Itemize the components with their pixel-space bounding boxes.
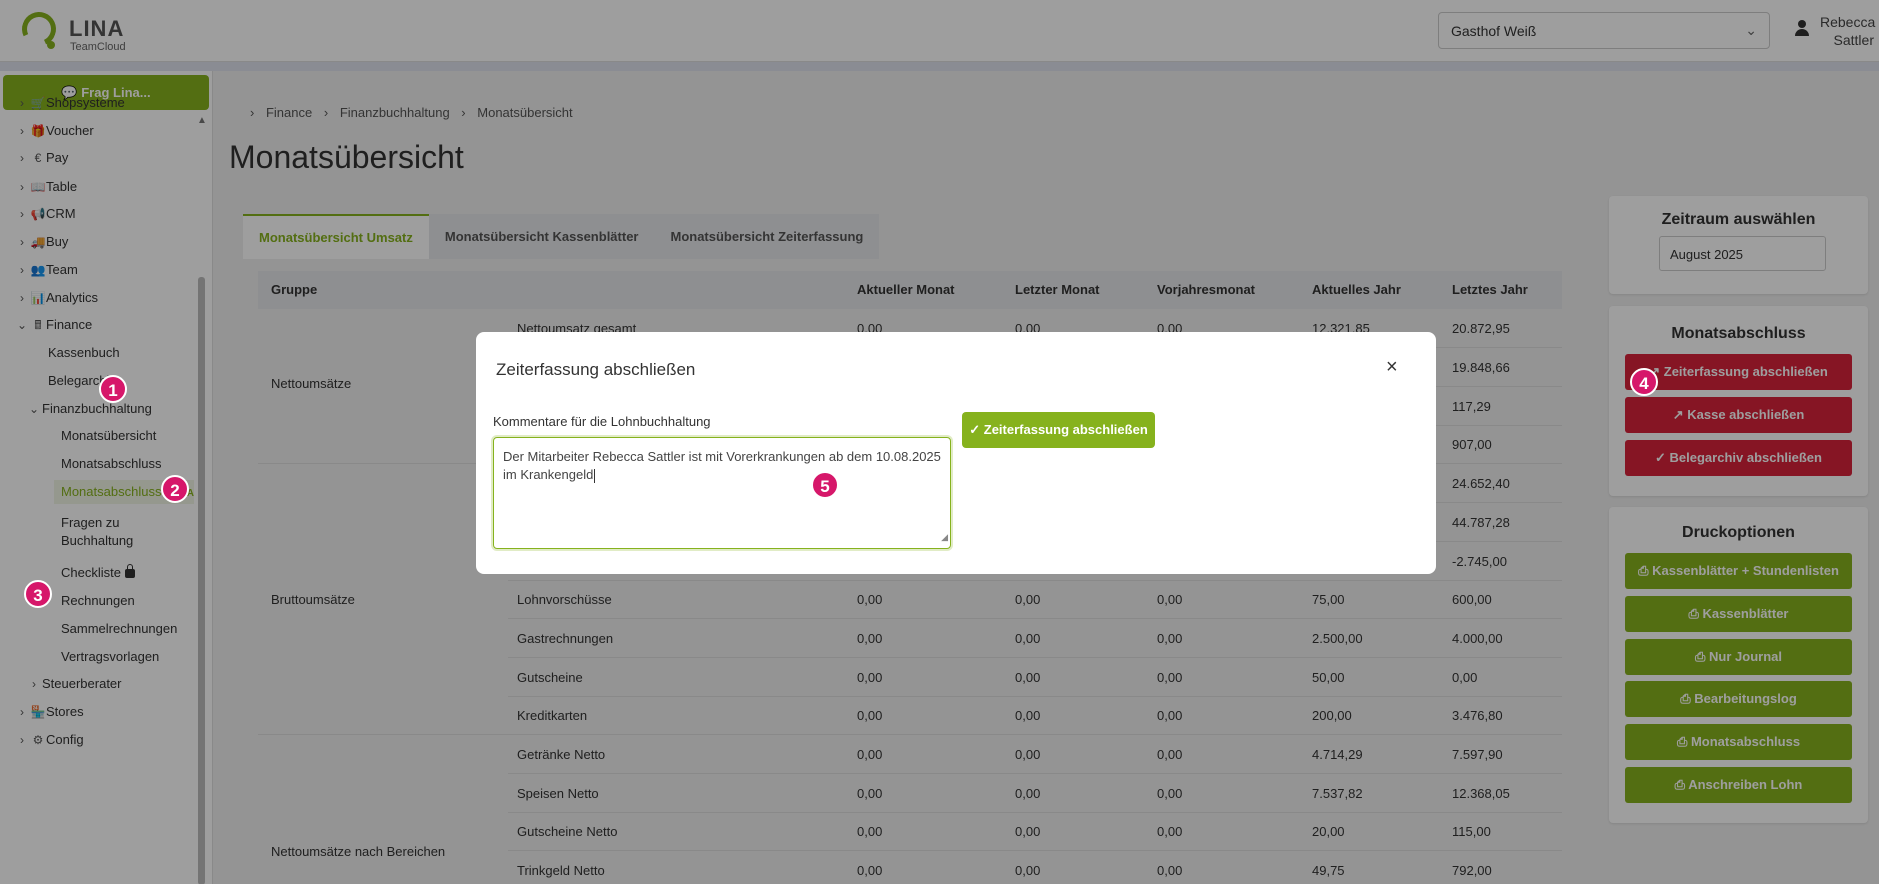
modal-title: Zeiterfassung abschließen	[496, 360, 696, 379]
button-label: Zeiterfassung abschließen	[983, 422, 1148, 437]
step-badge-5: 5	[811, 471, 839, 499]
comment-line-2: im Krankengeld	[503, 467, 594, 482]
comment-line-1: Der Mitarbeiter Rebecca Sattler ist mit …	[503, 449, 941, 464]
step-badge-4: 4	[1630, 368, 1658, 396]
check-icon: ✓	[969, 422, 981, 437]
step-badge-2: 2	[161, 475, 189, 503]
resize-grip-icon[interactable]: ◢	[941, 528, 948, 546]
step-badge-1: 1	[99, 375, 127, 403]
comment-textarea[interactable]: Der Mitarbeiter Rebecca Sattler ist mit …	[493, 437, 951, 549]
close-icon[interactable]: ×	[1386, 356, 1398, 379]
comment-label: Kommentare für die Lohnbuchhaltung	[493, 414, 711, 429]
text-cursor	[594, 468, 596, 483]
close-timetracking-modal: Zeiterfassung abschließen × Kommentare f…	[476, 332, 1436, 574]
submit-zeiterfassung-button[interactable]: ✓ Zeiterfassung abschließen	[962, 412, 1155, 448]
step-badge-3: 3	[24, 580, 52, 608]
